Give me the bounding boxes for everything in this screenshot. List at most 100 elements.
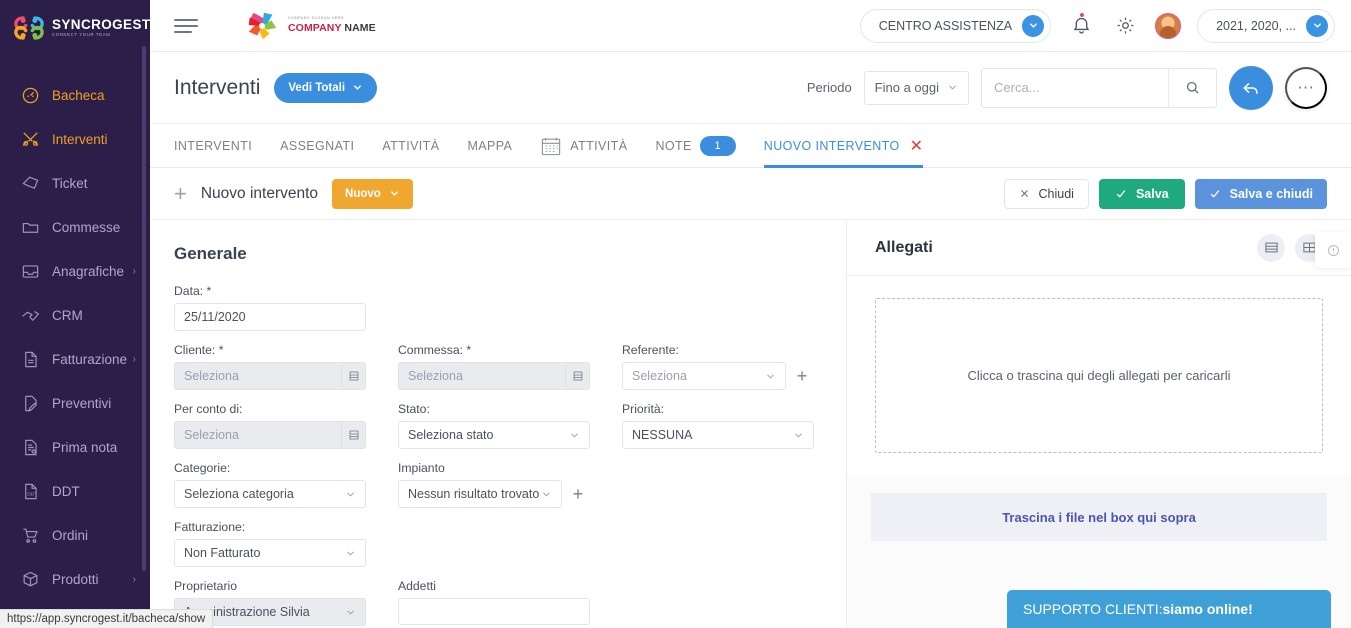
nuovo-button[interactable]: Nuovo (332, 178, 413, 209)
tab-mappa[interactable]: MAPPA (467, 124, 512, 168)
per-conto-di-input[interactable]: Seleziona (174, 421, 342, 449)
dropzone-text: Clicca o trascina qui degli allegati per… (967, 368, 1231, 383)
close-icon[interactable]: ✕ (910, 136, 924, 156)
required-marker: * (218, 343, 224, 357)
impianto-value: Nessun risultato trovato (408, 487, 540, 501)
salva-e-chiudi-label: Salva e chiudi (1229, 186, 1313, 201)
form-row-fatturazione: Fatturazione: Non Fatturato (174, 520, 846, 579)
sidebar-scrollbar[interactable] (142, 46, 146, 571)
fatturazione-select[interactable]: Non Fatturato (174, 539, 366, 567)
categorie-value: Seleziona categoria (184, 487, 294, 501)
support-chat-widget[interactable]: SUPPORTO CLIENTI: siamo online! (1007, 590, 1331, 628)
categorie-select[interactable]: Seleziona categoria (174, 480, 366, 508)
sidebar-item-label: Anagrafiche (52, 263, 125, 279)
sidebar-item-fatturazione[interactable]: Fatturazione › (0, 337, 150, 381)
search-input[interactable] (982, 68, 1168, 107)
tab-nuovo-intervento[interactable]: NUOVO INTERVENTO ✕ (763, 124, 924, 168)
attachments-header: Allegati (847, 220, 1351, 276)
tab-assegnati[interactable]: ASSEGNATI (280, 124, 354, 168)
tab-note[interactable]: NOTE 1 (655, 124, 736, 168)
plus-icon[interactable]: + (174, 182, 187, 205)
sidebar-item-interventi[interactable]: Interventi (0, 117, 150, 161)
sidebar-item-label: Preventivi (52, 395, 112, 411)
impianto-add-icon[interactable]: + (566, 480, 590, 508)
chevron-right-icon: › (132, 573, 136, 585)
sidebar-item-ticket[interactable]: Ticket (0, 161, 150, 205)
field-referente: Referente: Seleziona + (622, 343, 814, 390)
list-view-icon[interactable] (1257, 233, 1285, 262)
field-fatturazione-label: Fatturazione: (174, 520, 246, 534)
sidebar-item-anagrafiche[interactable]: Anagrafiche › (0, 249, 150, 293)
sidebar-item-label: Prima nota (52, 439, 118, 455)
chevron-right-icon: › (132, 265, 136, 277)
addetti-input[interactable] (398, 598, 590, 625)
salva-button[interactable]: Salva (1098, 178, 1185, 209)
priorita-select[interactable]: NESSUNA (622, 421, 814, 449)
referente-select[interactable]: Seleziona (622, 362, 786, 390)
referente-add-icon[interactable]: + (790, 362, 814, 390)
impianto-control-group: Nessun risultato trovato + (398, 480, 590, 508)
per-conto-di-list-icon[interactable] (342, 421, 366, 449)
syncrogest-logo-icon (12, 13, 46, 43)
salva-e-chiudi-button[interactable]: Salva e chiudi (1194, 178, 1327, 209)
sub-header-title: Nuovo intervento (200, 184, 319, 202)
sidebar-nav: Bacheca Interventi Ticket Commesse Anagr… (0, 55, 150, 601)
chiudi-button[interactable]: Chiudi (1003, 178, 1089, 209)
sidebar-item-crm[interactable]: CRM (0, 293, 150, 337)
menu-toggle-icon[interactable] (174, 17, 200, 35)
sidebar-item-bacheca[interactable]: Bacheca (0, 73, 150, 117)
sidebar-item-preventivi[interactable]: Preventivi (0, 381, 150, 425)
company-logo: COMPANY SLOGAN HERE COMPANY NAME (242, 8, 376, 44)
document-note-icon (20, 437, 40, 457)
chevron-down-icon (347, 610, 354, 615)
sidebar-item-ddt[interactable]: DDT DDT (0, 469, 150, 513)
settings-button[interactable] (1111, 12, 1139, 40)
help-center-label: CENTRO ASSISTENZA (878, 18, 1013, 33)
cliente-list-icon[interactable] (342, 362, 366, 390)
data-input[interactable]: 25/11/2020 (174, 303, 366, 331)
sidebar-item-prima-nota[interactable]: Prima nota (0, 425, 150, 469)
sub-header-actions: Chiudi Salva Salva e chiudi (1003, 178, 1327, 209)
search-button[interactable] (1168, 68, 1216, 107)
syncrogest-logo-subtitle: CONNECT YOUR TEAM (52, 32, 111, 38)
sidebar-item-ordini[interactable]: Ordini (0, 513, 150, 557)
main-area: COMPANY SLOGAN HERE COMPANY NAME CENTRO … (150, 0, 1351, 628)
sidebar-item-label: Interventi (52, 131, 108, 147)
tools-icon (20, 129, 40, 149)
more-options-button[interactable]: ⋯ (1285, 66, 1327, 109)
chevron-down-icon (543, 492, 550, 497)
field-cliente-label: Cliente: * (174, 343, 366, 357)
syncrogest-logo[interactable]: SYNCROGEST CONNECT YOUR TEAM (0, 0, 150, 55)
tab-attivita-calendario[interactable]: ATTIVITÀ (540, 124, 627, 168)
back-button[interactable] (1229, 65, 1273, 110)
help-center-dropdown[interactable]: CENTRO ASSISTENZA (859, 8, 1052, 43)
page-title: Interventi (174, 75, 261, 99)
help-info-icon[interactable] (1315, 232, 1351, 268)
status-bar-url-text: https://app.syncrogest.it/bacheca/show (7, 613, 206, 625)
attachments-dropzone[interactable]: Clicca o trascina qui degli allegati per… (875, 298, 1323, 453)
stato-select[interactable]: Seleziona stato (398, 421, 590, 449)
form-section-title: Generale (174, 244, 247, 263)
commessa-input[interactable]: Seleziona (398, 362, 566, 390)
user-avatar[interactable] (1155, 12, 1182, 39)
commessa-list-icon[interactable] (566, 362, 590, 390)
sidebar-item-prodotti[interactable]: Prodotti › (0, 557, 150, 601)
cliente-input[interactable]: Seleziona (174, 362, 342, 390)
sidebar-item-label: Ticket (52, 175, 88, 191)
impianto-select[interactable]: Nessun risultato trovato (398, 480, 562, 508)
vedi-totali-label: Vedi Totali (288, 81, 346, 94)
periodo-select[interactable]: Fino a oggi (863, 70, 969, 105)
tab-interventi[interactable]: INTERVENTI (174, 124, 252, 168)
tab-label: ATTIVITÀ (570, 138, 628, 153)
vedi-totali-button[interactable]: Vedi Totali (274, 72, 378, 103)
commessa-control-group: Seleziona (398, 362, 590, 390)
sidebar-item-commesse[interactable]: Commesse (0, 205, 150, 249)
tab-label: NOTE (655, 138, 692, 153)
attachments-drag-bar[interactable]: Trascina i file nel box qui sopra (871, 493, 1327, 541)
tab-attivita[interactable]: ATTIVITÀ (382, 124, 439, 168)
sidebar-item-label: CRM (52, 307, 83, 323)
referente-control-group: Seleziona + (622, 362, 814, 390)
notifications-button[interactable] (1067, 12, 1095, 40)
form-panel: Generale Data: * 25/11/2020 Cliente: * S… (150, 220, 846, 628)
years-filter-dropdown[interactable]: 2021, 2020, ... (1197, 8, 1335, 43)
